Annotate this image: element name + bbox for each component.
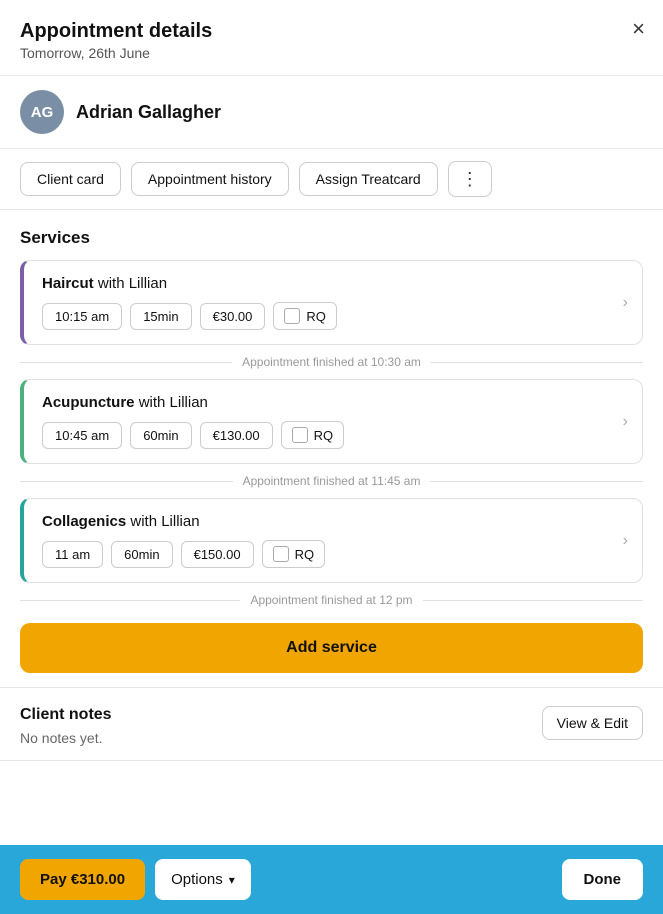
notes-title: Client notes: [20, 706, 112, 724]
add-service-button[interactable]: Add service: [20, 623, 643, 673]
service-name-acupuncture: Acupuncture with Lillian: [42, 394, 628, 411]
action-buttons-row: Client card Appointment history Assign T…: [0, 149, 663, 210]
service-card-collagenics[interactable]: Collagenics with Lillian 11 am 60min €15…: [20, 498, 643, 583]
service-duration-collagenics: 60min: [111, 541, 172, 568]
service-rq-haircut[interactable]: RQ: [273, 302, 337, 330]
separator-collagenics: Appointment finished at 12 pm: [20, 583, 643, 617]
service-time-haircut: 10:15 am: [42, 303, 122, 330]
chevron-down-icon: ▾: [229, 873, 235, 887]
close-button[interactable]: ×: [632, 18, 645, 40]
service-price-collagenics: €150.00: [181, 541, 254, 568]
service-price-acupuncture: €130.00: [200, 422, 273, 449]
page-title: Appointment details: [20, 20, 643, 43]
view-edit-button[interactable]: View & Edit: [542, 706, 643, 740]
services-title: Services: [20, 228, 643, 248]
chevron-right-icon-acupuncture: ›: [623, 413, 628, 431]
client-row: AG Adrian Gallagher: [0, 76, 663, 149]
service-duration-haircut: 15min: [130, 303, 191, 330]
appointment-history-button[interactable]: Appointment history: [131, 162, 289, 196]
header: Appointment details Tomorrow, 26th June …: [0, 0, 663, 76]
page-subtitle: Tomorrow, 26th June: [20, 45, 643, 61]
client-card-button[interactable]: Client card: [20, 162, 121, 196]
service-time-acupuncture: 10:45 am: [42, 422, 122, 449]
service-price-haircut: €30.00: [200, 303, 266, 330]
separator-haircut: Appointment finished at 10:30 am: [20, 345, 643, 379]
client-name: Adrian Gallagher: [76, 102, 221, 123]
client-notes-section: Client notes No notes yet. View & Edit: [0, 687, 663, 761]
rq-checkbox-haircut[interactable]: [284, 308, 300, 324]
rq-checkbox-acupuncture[interactable]: [292, 427, 308, 443]
chevron-right-icon-haircut: ›: [623, 294, 628, 312]
service-name-haircut: Haircut with Lillian: [42, 275, 628, 292]
service-rq-collagenics[interactable]: RQ: [262, 540, 326, 568]
service-duration-acupuncture: 60min: [130, 422, 191, 449]
service-name-collagenics: Collagenics with Lillian: [42, 513, 628, 530]
pay-button[interactable]: Pay €310.00: [20, 859, 145, 900]
service-details-collagenics: 11 am 60min €150.00 RQ: [42, 540, 628, 568]
done-button[interactable]: Done: [562, 859, 644, 900]
service-time-collagenics: 11 am: [42, 541, 103, 568]
notes-text: No notes yet.: [20, 730, 112, 746]
rq-checkbox-collagenics[interactable]: [273, 546, 289, 562]
bottom-bar: Pay €310.00 Options ▾ Done: [0, 845, 663, 914]
service-card-acupuncture[interactable]: Acupuncture with Lillian 10:45 am 60min …: [20, 379, 643, 464]
separator-acupuncture: Appointment finished at 11:45 am: [20, 464, 643, 498]
services-section: Services Haircut with Lillian 10:15 am 1…: [0, 210, 663, 687]
options-button[interactable]: Options ▾: [155, 859, 251, 900]
service-details-haircut: 10:15 am 15min €30.00 RQ: [42, 302, 628, 330]
avatar: AG: [20, 90, 64, 134]
service-rq-acupuncture[interactable]: RQ: [281, 421, 345, 449]
bottom-bar-left: Pay €310.00 Options ▾: [20, 859, 251, 900]
more-options-button[interactable]: ⋮: [448, 161, 492, 197]
service-details-acupuncture: 10:45 am 60min €130.00 RQ: [42, 421, 628, 449]
service-card-haircut[interactable]: Haircut with Lillian 10:15 am 15min €30.…: [20, 260, 643, 345]
notes-left: Client notes No notes yet.: [20, 706, 112, 746]
assign-treatcard-button[interactable]: Assign Treatcard: [299, 162, 438, 196]
chevron-right-icon-collagenics: ›: [623, 532, 628, 550]
